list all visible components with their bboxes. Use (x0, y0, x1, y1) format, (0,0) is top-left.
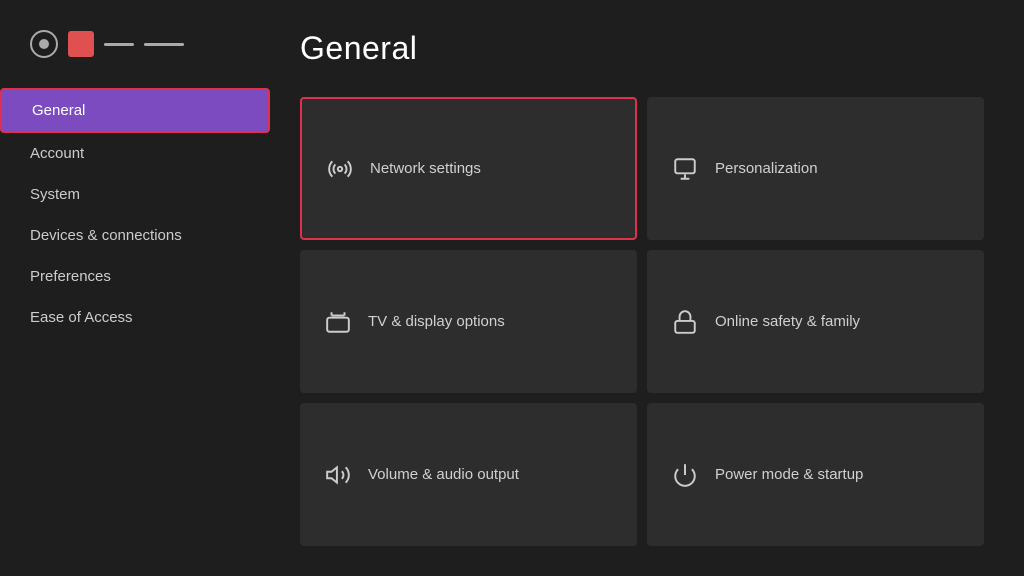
sidebar-item-general[interactable]: General (0, 88, 270, 133)
tile-label-online-safety: Online safety & family (715, 313, 860, 330)
tile-tv-display[interactable]: TV & display options (300, 250, 637, 393)
sidebar-icons (0, 30, 270, 88)
tile-label-network-settings: Network settings (370, 160, 481, 177)
sidebar-item-devices--connections[interactable]: Devices & connections (0, 215, 270, 256)
sidebar-item-system[interactable]: System (0, 174, 270, 215)
personalization-icon (671, 155, 699, 183)
gear-icon (30, 30, 58, 58)
settings-grid: Network settings Personalization TV & disp… (300, 97, 984, 546)
volume-audio-icon (324, 461, 352, 489)
tile-label-tv-display: TV & display options (368, 313, 505, 330)
sidebar: GeneralAccountSystemDevices & connection… (0, 0, 270, 576)
app-container: GeneralAccountSystemDevices & connection… (0, 0, 1024, 576)
page-title: General (300, 30, 984, 67)
network-settings-icon (326, 155, 354, 183)
tile-power-mode[interactable]: Power mode & startup (647, 403, 984, 546)
dash-icon (104, 43, 134, 46)
tile-volume-audio[interactable]: Volume & audio output (300, 403, 637, 546)
online-safety-icon (671, 308, 699, 336)
avatar-icon (68, 31, 94, 57)
sidebar-item-ease-of-access[interactable]: Ease of Access (0, 297, 270, 338)
sidebar-nav: GeneralAccountSystemDevices & connection… (0, 88, 270, 338)
tile-label-personalization: Personalization (715, 160, 818, 177)
power-mode-icon (671, 461, 699, 489)
tv-display-icon (324, 308, 352, 336)
main-content: General Network settings Personalization T… (270, 0, 1024, 576)
tile-personalization[interactable]: Personalization (647, 97, 984, 240)
sidebar-item-preferences[interactable]: Preferences (0, 256, 270, 297)
tile-online-safety[interactable]: Online safety & family (647, 250, 984, 393)
tile-label-power-mode: Power mode & startup (715, 466, 863, 483)
sidebar-item-account[interactable]: Account (0, 133, 270, 174)
tile-label-volume-audio: Volume & audio output (368, 466, 519, 483)
tile-network-settings[interactable]: Network settings (300, 97, 637, 240)
dash2-icon (144, 43, 184, 46)
